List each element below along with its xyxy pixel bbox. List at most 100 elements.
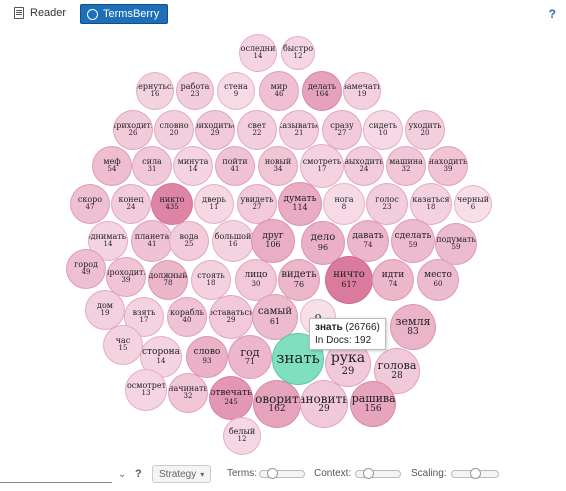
term-bubble[interactable]: сделать 59: [391, 219, 435, 263]
term-bubble[interactable]: черный 6: [454, 185, 492, 223]
tab-termsberry[interactable]: TermsBerry: [80, 4, 169, 24]
term-count: 46: [274, 90, 284, 99]
term-bubble[interactable]: дом 19: [85, 290, 125, 330]
term-bubble[interactable]: город 49: [66, 249, 106, 289]
term-bubble[interactable]: увидеть 27: [237, 184, 277, 224]
terms-slider[interactable]: [259, 468, 305, 479]
term-count: 11: [209, 203, 219, 212]
term-count: 39: [443, 165, 453, 174]
term-bubble[interactable]: уходить 20: [405, 110, 445, 150]
context-slider-knob[interactable]: [363, 468, 374, 479]
term-bubble[interactable]: дверь 11: [194, 184, 234, 224]
term-bubble[interactable]: словно 20: [154, 110, 194, 150]
term-bubble[interactable]: пойти 41: [215, 146, 255, 186]
term-bubble[interactable]: оставаться 29: [209, 295, 253, 339]
document-icon: [14, 7, 24, 19]
term-bubble[interactable]: земля 83: [390, 304, 436, 350]
term-count: 17: [317, 165, 327, 174]
term-count: 39: [121, 276, 131, 285]
term-count: 41: [147, 240, 157, 249]
term-bubble[interactable]: конец 24: [111, 184, 151, 224]
term-count: 32: [183, 392, 193, 401]
scaling-slider-knob[interactable]: [470, 468, 481, 479]
term-bubble[interactable]: меф 54: [92, 146, 132, 186]
term-count: 28: [391, 370, 403, 381]
term-bubble[interactable]: новый 34: [258, 146, 298, 186]
options-help-button[interactable]: ?: [135, 468, 142, 480]
term-count: 8: [341, 203, 347, 212]
term-count: 47: [85, 203, 95, 212]
term-bubble[interactable]: находить 39: [428, 146, 468, 186]
term-bubble[interactable]: видеть 76: [278, 259, 320, 301]
term-bubble[interactable]: друг 106: [251, 219, 295, 263]
context-slider[interactable]: [355, 468, 401, 479]
term-bubble[interactable]: машина 32: [386, 146, 426, 186]
term-bubble[interactable]: посмотреть13: [125, 369, 167, 411]
term-bubble[interactable]: сила 31: [132, 146, 172, 186]
term-count: 93: [202, 356, 212, 365]
term-bubble[interactable]: скоро 47: [70, 184, 110, 224]
term-bubble[interactable]: белый 12: [223, 417, 261, 455]
term-bubble[interactable]: голос 23: [366, 183, 408, 225]
term-bubble[interactable]: должный 78: [148, 260, 188, 300]
tab-reader[interactable]: Reader: [14, 4, 66, 22]
term-bubble[interactable]: сидеть 10: [363, 110, 403, 150]
term-bubble[interactable]: замечать 19: [343, 72, 381, 110]
term-count: 14: [253, 52, 263, 61]
term-bubble[interactable]: говорить162: [253, 380, 301, 428]
term-bubble[interactable]: минута 14: [173, 146, 213, 186]
term-bubble[interactable]: стоять 18: [191, 260, 231, 300]
term-count: 14: [188, 165, 198, 174]
term-bubble[interactable]: свет 22: [237, 110, 277, 150]
term-bubble[interactable]: быстро 12: [281, 36, 315, 70]
term-count: 29: [226, 316, 236, 325]
term-count: 74: [388, 279, 398, 288]
term-count: 23: [382, 203, 392, 212]
search-input[interactable]: [0, 482, 112, 483]
chevron-down-icon[interactable]: ⌄: [118, 469, 126, 480]
help-button[interactable]: ?: [549, 7, 556, 21]
term-bubble[interactable]: думать 114: [278, 182, 322, 226]
term-bubble[interactable]: оказываться21: [279, 110, 319, 150]
term-bubble[interactable]: корабль 40: [167, 297, 207, 337]
term-bubble[interactable]: слово 93: [186, 336, 228, 378]
term-bubble[interactable]: отвечать 245: [209, 376, 253, 420]
terms-slider-knob[interactable]: [267, 468, 278, 479]
term-bubble[interactable]: мир 46: [259, 71, 299, 111]
term-bubble[interactable]: стена 9: [217, 72, 255, 110]
term-count: 78: [163, 279, 173, 288]
strategy-select[interactable]: Strategy ▾: [152, 465, 212, 483]
term-count: 29: [341, 365, 355, 377]
term-bubble[interactable]: никто 435: [151, 183, 193, 225]
scaling-slider[interactable]: [451, 468, 499, 479]
term-bubble[interactable]: начинать 32: [168, 373, 208, 413]
term-bubble[interactable]: вернуться16: [136, 72, 174, 110]
term-bubble[interactable]: смотреть 17: [300, 144, 344, 188]
term-bubble[interactable]: становиться29: [300, 380, 348, 428]
term-bubble[interactable]: идти 74: [372, 259, 414, 301]
term-bubble[interactable]: спрашивать156: [350, 381, 396, 427]
term-bubble[interactable]: приходиться29: [195, 110, 235, 150]
term-bubble[interactable]: последний14: [239, 34, 277, 72]
term-bubble[interactable]: нога 8: [323, 183, 365, 225]
term-bubble[interactable]: делать 164: [302, 71, 342, 111]
term-count: 76: [293, 279, 305, 289]
term-count: 16: [228, 240, 238, 249]
term-bubble[interactable]: планета 41: [131, 220, 173, 262]
tooltip-docs-value: 192: [354, 335, 372, 346]
term-bubble[interactable]: час 15: [103, 325, 143, 365]
term-bubble[interactable]: вода 25: [169, 221, 209, 261]
term-count: 59: [451, 243, 461, 252]
term-count: 17: [139, 316, 149, 325]
term-bubble[interactable]: работа 23: [176, 72, 214, 110]
term-bubble[interactable]: ничто 617: [325, 256, 373, 304]
term-bubble[interactable]: приходить 26: [113, 110, 153, 150]
term-bubble[interactable]: выходить 24: [344, 146, 384, 186]
tooltip-docs-label: In Docs:: [315, 335, 352, 346]
term-count: 14: [156, 356, 166, 365]
term-bubble[interactable]: год 71: [228, 335, 272, 379]
term-bubble[interactable]: большой 16: [212, 220, 254, 262]
term-bubble[interactable]: место 60: [417, 259, 459, 301]
term-count: 83: [407, 326, 419, 337]
bottom-toolbar: ⌄ ? Strategy ▾ Terms: Context: Scaling:: [0, 460, 566, 491]
